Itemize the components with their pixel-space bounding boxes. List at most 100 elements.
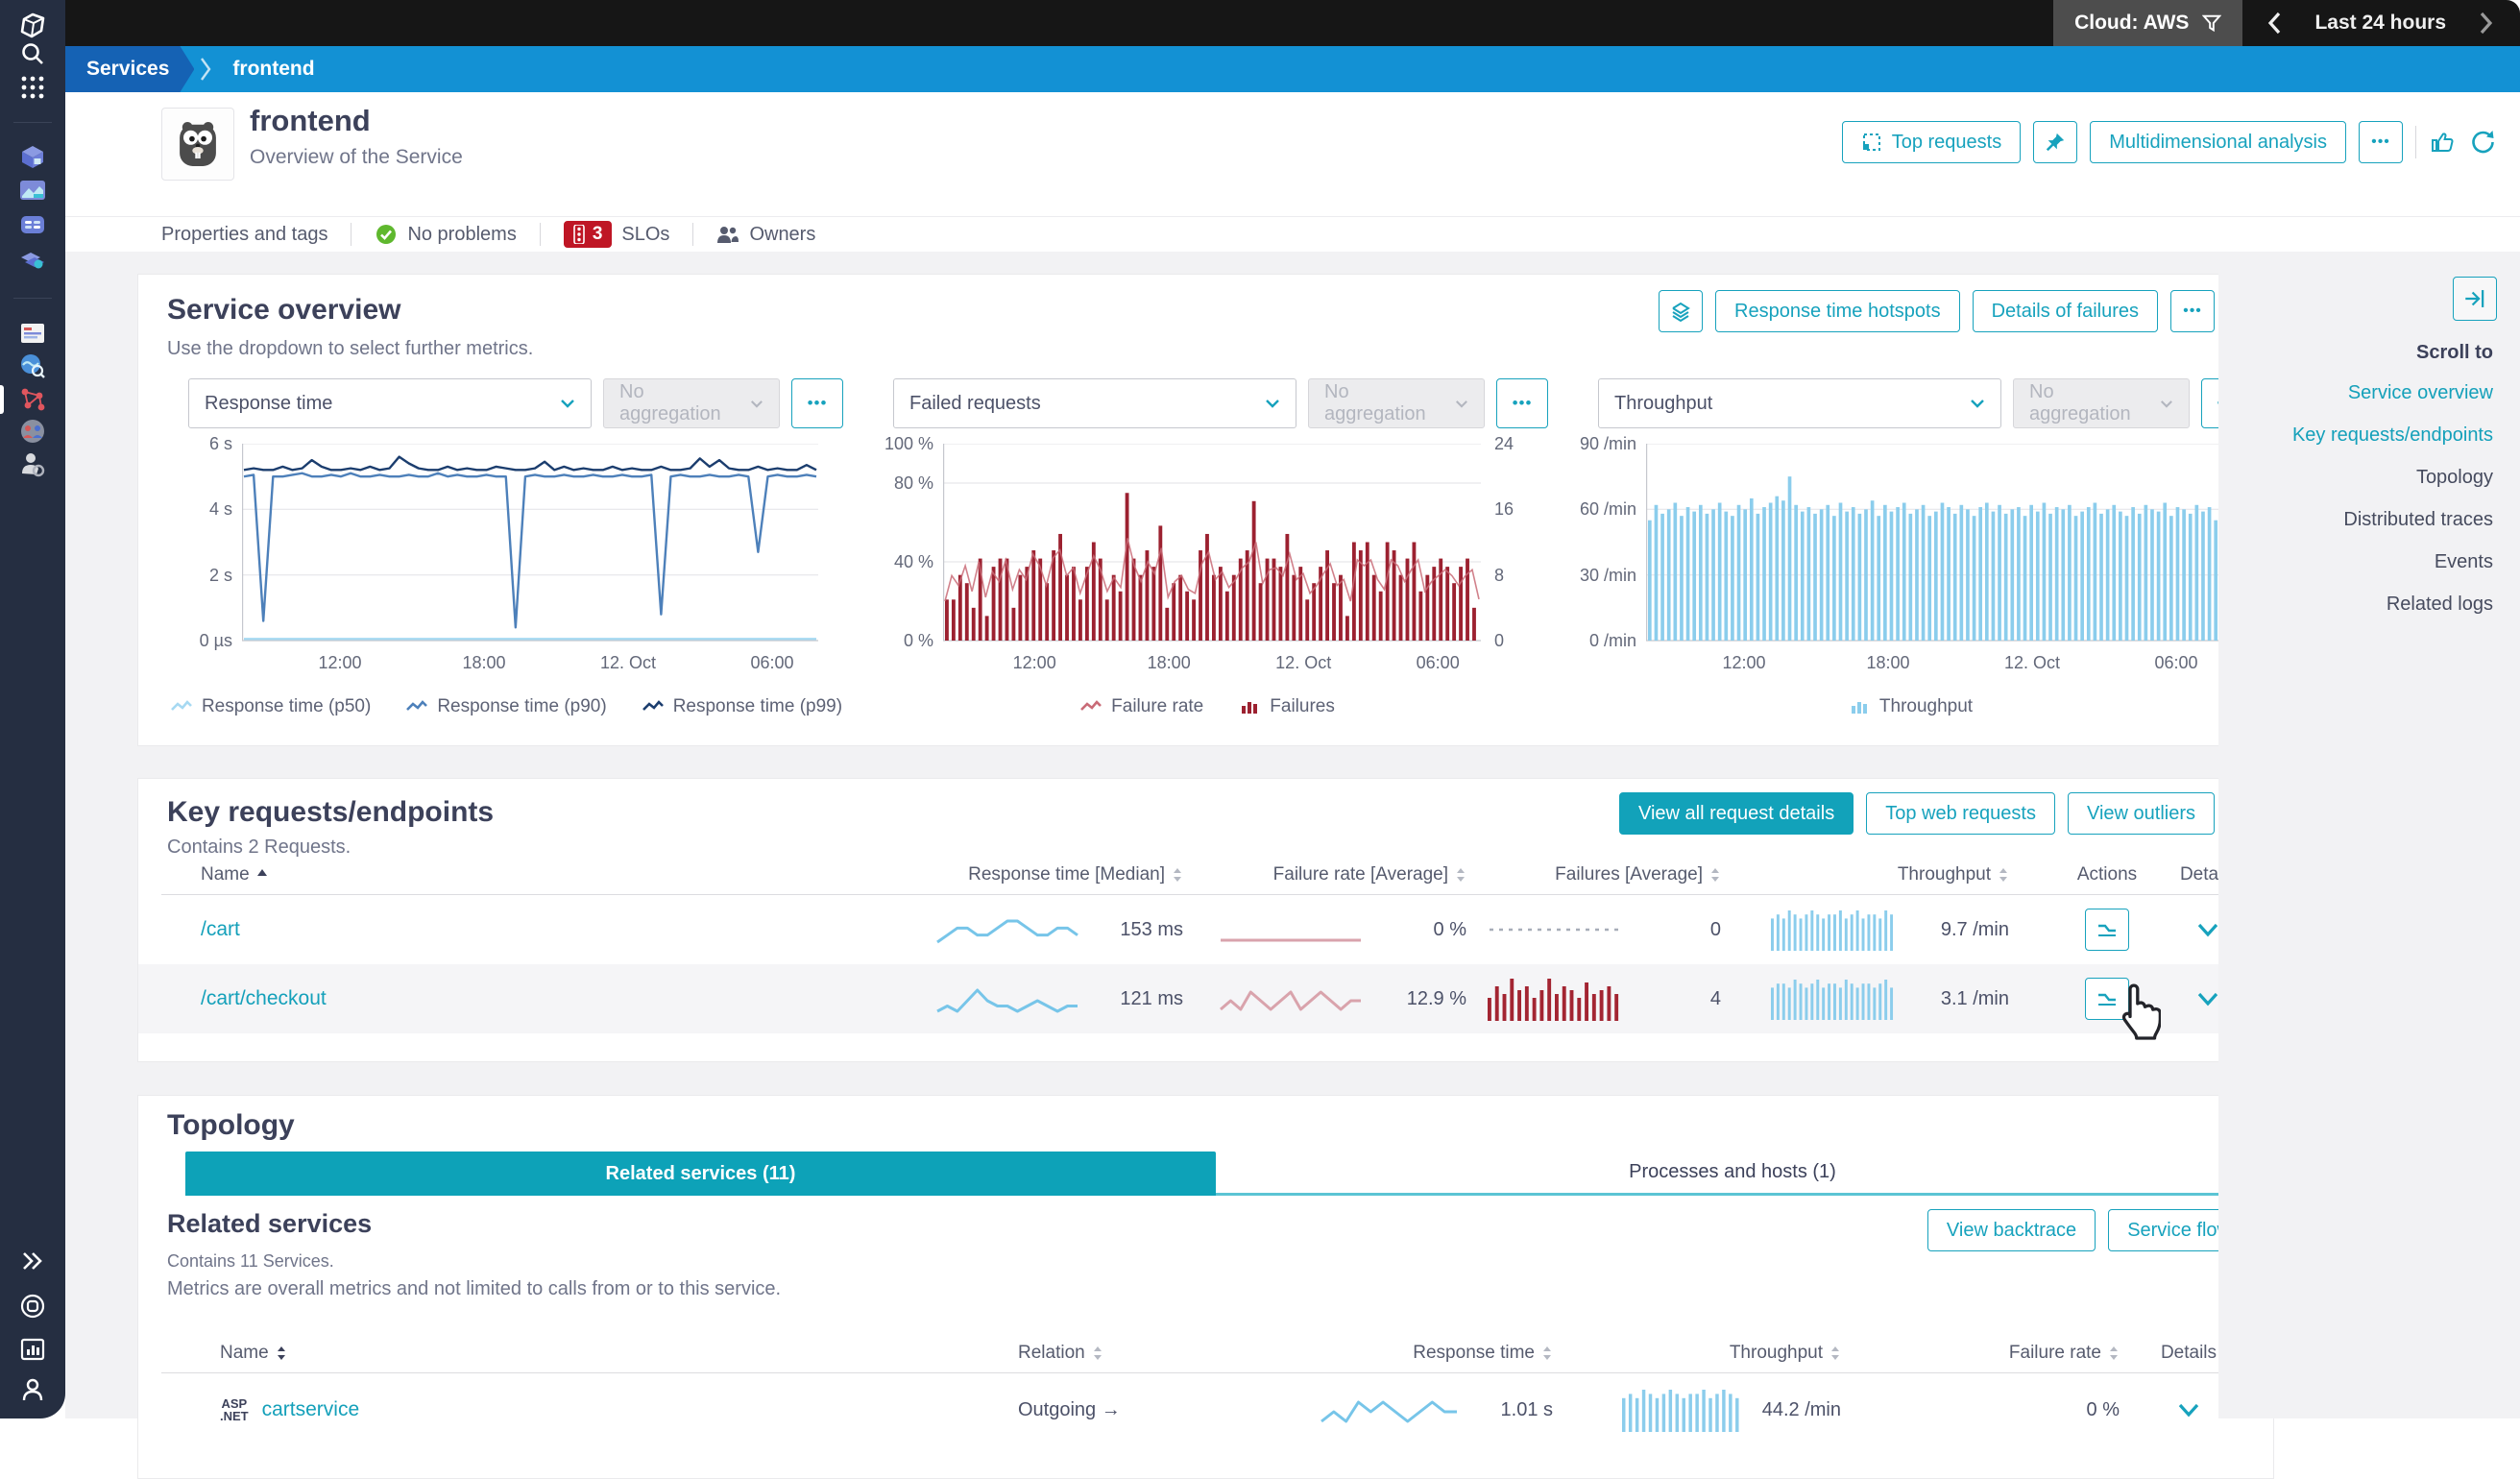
search-icon[interactable] xyxy=(16,37,49,70)
column-header[interactable]: Throughput xyxy=(1898,858,2009,892)
synthetic-icon[interactable] xyxy=(16,350,49,382)
relation-value: Outgoing → xyxy=(1018,1399,1121,1421)
expand-details-button[interactable] xyxy=(2196,992,2219,1006)
service-technology-icon xyxy=(161,108,234,181)
analyze-request-button[interactable] xyxy=(2085,909,2129,951)
tab-slos[interactable]: 3 SLOs xyxy=(564,221,670,248)
service-link[interactable]: cartservice xyxy=(262,1398,360,1421)
layers-button[interactable] xyxy=(1659,290,1703,332)
usage-stats-icon[interactable] xyxy=(16,1333,49,1366)
timeframe-forward-icon[interactable] xyxy=(2479,12,2493,35)
sort-icon[interactable] xyxy=(276,1346,287,1361)
column-header-label: Throughput xyxy=(1898,864,1991,885)
top-requests-button[interactable]: Top requests xyxy=(1842,121,2022,163)
chart-1-more-button[interactable]: ••• xyxy=(791,378,843,428)
expand-sidebar-icon[interactable] xyxy=(16,1245,49,1277)
chart-2-more-button[interactable]: ••• xyxy=(1496,378,1548,428)
legend-swatch-icon xyxy=(1238,699,1261,715)
metric-select-2[interactable]: Failed requests xyxy=(893,378,1296,428)
scroll-link-distributed-traces[interactable]: Distributed traces xyxy=(2343,509,2493,531)
metric-select-3-value: Throughput xyxy=(1614,393,1712,415)
scroll-link-related-logs[interactable]: Related logs xyxy=(2387,594,2493,616)
analyze-request-button[interactable] xyxy=(2085,978,2129,1020)
expand-details-button[interactable] xyxy=(2177,1403,2200,1418)
overview-more-button[interactable]: ••• xyxy=(2170,290,2215,332)
breadcrumb-services[interactable]: Services xyxy=(65,46,194,92)
metric-select-1[interactable]: Response time xyxy=(188,378,592,428)
details-of-failures-button[interactable]: Details of failures xyxy=(1973,290,2158,332)
dashboards-icon[interactable] xyxy=(16,174,49,206)
metric-select-3[interactable]: Throughput xyxy=(1598,378,2001,428)
column-header[interactable]: Failures [Average] xyxy=(1555,858,1721,892)
chart-plot[interactable] xyxy=(943,444,1483,644)
failed-requests-chart[interactable]: 0 %40 %80 %100 %08162412:0018:0012. Oct0… xyxy=(866,436,1548,724)
request-link[interactable]: /cart/checkout xyxy=(201,987,327,1010)
sort-icon[interactable] xyxy=(1709,867,1721,883)
header-more-button[interactable]: ••• xyxy=(2359,121,2403,163)
timeframe-selector[interactable]: Last 24 hours xyxy=(2267,12,2493,35)
sort-icon[interactable] xyxy=(1092,1346,1103,1361)
column-header[interactable]: Relation xyxy=(1018,1336,1103,1370)
timeframe-back-icon[interactable] xyxy=(2267,12,2282,35)
smartscape-services-icon[interactable] xyxy=(16,382,49,415)
user-sessions-icon[interactable] xyxy=(16,415,49,448)
column-header[interactable]: Name xyxy=(201,858,268,892)
sort-icon[interactable] xyxy=(256,867,268,883)
tab-processes-and-hosts[interactable]: Processes and hosts (1) xyxy=(1216,1152,2249,1196)
y-axis-tick: 4 s xyxy=(165,498,232,520)
reports-icon[interactable] xyxy=(16,317,49,350)
metric-select-1-value: Response time xyxy=(205,393,332,415)
collapse-panel-icon[interactable] xyxy=(2453,277,2497,321)
scroll-link-topology[interactable]: Topology xyxy=(2416,467,2493,489)
sort-icon[interactable] xyxy=(1541,1346,1553,1361)
value-cell: 4 xyxy=(1587,964,1721,1033)
thumbs-up-icon[interactable] xyxy=(2429,129,2456,156)
sort-icon[interactable] xyxy=(2108,1346,2120,1361)
help-icon[interactable] xyxy=(16,1290,49,1322)
scroll-link-service-overview[interactable]: Service overview xyxy=(2348,382,2493,404)
sort-icon[interactable] xyxy=(1172,867,1183,883)
sort-icon[interactable] xyxy=(1998,867,2009,883)
y2-axis-tick: 0 xyxy=(1494,630,1504,651)
expand-details-button[interactable] xyxy=(2196,923,2219,937)
actions-cell xyxy=(2059,895,2155,964)
top-bar: Cloud: AWS Last 24 hours xyxy=(65,0,2520,46)
response-time-hotspots-button[interactable]: Response time hotspots xyxy=(1715,290,1960,332)
column-header[interactable]: Actions xyxy=(2059,858,2155,892)
column-header[interactable]: Response time xyxy=(1413,1336,1553,1370)
top-web-requests-button[interactable]: Top web requests xyxy=(1866,792,2055,835)
sort-icon[interactable] xyxy=(1829,1346,1841,1361)
tab-problems[interactable]: No problems xyxy=(375,223,516,246)
scroll-link-events[interactable]: Events xyxy=(2435,551,2493,573)
management-zone-filter[interactable]: Cloud: AWS xyxy=(2053,0,2242,46)
timeframe-label[interactable]: Last 24 hours xyxy=(2314,12,2446,35)
tab-properties-and-tags[interactable]: Properties and tags xyxy=(161,224,327,246)
request-link[interactable]: /cart xyxy=(201,918,240,941)
response-time-chart[interactable]: 0 µs2 s4 s6 s12:0018:0012. Oct06:00Respo… xyxy=(165,436,847,724)
user-admin-icon[interactable] xyxy=(16,448,49,480)
multidimensional-analysis-button[interactable]: Multidimensional analysis xyxy=(2090,121,2346,163)
tab-related-services[interactable]: Related services (11) xyxy=(185,1152,1216,1196)
column-header[interactable]: Failure rate [Average] xyxy=(1273,858,1466,892)
profile-icon[interactable] xyxy=(16,1373,49,1406)
pin-button[interactable] xyxy=(2033,121,2077,163)
column-header[interactable]: Failure rate xyxy=(2009,1336,2120,1370)
column-header[interactable]: Throughput xyxy=(1730,1336,1841,1370)
chart-plot[interactable] xyxy=(242,444,820,644)
ok-check-icon xyxy=(375,223,398,246)
view-all-request-details-button[interactable]: View all request details xyxy=(1619,792,1854,835)
throughput-chart[interactable]: 0 /min30 /min60 /min90 /min12:0018:0012.… xyxy=(1569,436,2251,724)
sort-icon[interactable] xyxy=(1455,867,1466,883)
view-outliers-button[interactable]: View outliers xyxy=(2068,792,2215,835)
infrastructure-icon[interactable] xyxy=(16,140,49,173)
refresh-icon[interactable] xyxy=(2468,129,2495,156)
releases-icon[interactable] xyxy=(16,208,49,241)
column-header[interactable]: Name xyxy=(220,1336,287,1370)
column-header[interactable]: Response time [Median] xyxy=(968,858,1183,892)
scroll-link-key-requests-endpoints[interactable]: Key requests/endpoints xyxy=(2292,424,2493,447)
chart-plot[interactable] xyxy=(1646,444,2224,644)
tab-owners[interactable]: Owners xyxy=(716,224,815,246)
apps-grid-icon[interactable] xyxy=(16,71,49,104)
view-backtrace-button[interactable]: View backtrace xyxy=(1927,1209,2096,1251)
clouds-icon[interactable] xyxy=(16,244,49,277)
